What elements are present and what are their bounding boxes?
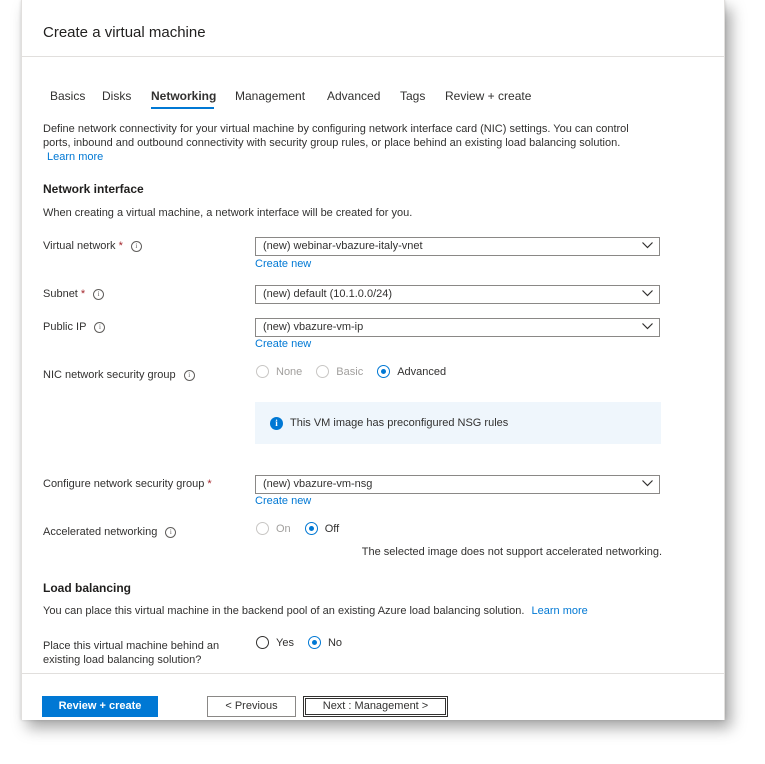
nsg-info-banner: i This VM image has preconfigured NSG ru…	[255, 402, 661, 444]
accelerated-networking-radio-group: On Off	[256, 522, 353, 535]
public-ip-select[interactable]: (new) vbazure-vm-ip	[255, 318, 660, 337]
virtual-network-label: Virtual network	[43, 240, 116, 252]
nic-nsg-label-row: NIC network security group i	[43, 369, 195, 381]
subnet-label: Subnet	[43, 288, 78, 300]
accelerated-on-label: On	[276, 522, 291, 535]
load-balancing-yes-radio[interactable]	[256, 636, 269, 649]
previous-button[interactable]: < Previous	[207, 696, 296, 717]
nic-nsg-label: NIC network security group	[43, 369, 176, 381]
nic-nsg-none-radio[interactable]	[256, 365, 269, 378]
accelerated-networking-label-row: Accelerated networking i	[43, 526, 177, 538]
nic-nsg-advanced-radio[interactable]	[377, 365, 391, 378]
info-circle-icon[interactable]: i	[94, 322, 106, 333]
intro-learn-more-link[interactable]: Learn more	[47, 151, 103, 163]
nsg-info-message: This VM image has preconfigured NSG rule…	[290, 417, 509, 429]
public-ip-label: Public IP	[43, 321, 87, 333]
accelerated-on-radio[interactable]	[256, 522, 269, 535]
virtual-network-value: (new) webinar-vbazure-italy-vnet	[263, 240, 423, 252]
chevron-down-icon	[642, 323, 653, 330]
virtual-network-select[interactable]: (new) webinar-vbazure-italy-vnet	[255, 237, 660, 256]
tab-management[interactable]: Management	[235, 89, 305, 103]
nic-nsg-advanced-label: Advanced	[397, 365, 447, 378]
intro-text: Define network connectivity for your vir…	[43, 123, 629, 149]
load-balancing-no-label: No	[327, 636, 343, 649]
accelerated-off-radio[interactable]	[304, 522, 318, 535]
configure-nsg-create-new-link[interactable]: Create new	[255, 495, 311, 507]
info-filled-icon: i	[270, 417, 283, 430]
configure-nsg-label: Configure network security group	[43, 478, 205, 490]
tab-networking[interactable]: Networking	[151, 89, 216, 103]
accelerated-off-label: Off	[324, 522, 340, 535]
load-balancing-question-line1: Place this virtual machine behind an	[43, 640, 220, 652]
subnet-value: (new) default (10.1.0.0/24)	[263, 288, 393, 300]
chevron-down-icon	[642, 290, 653, 297]
configure-nsg-value: (new) vbazure-vm-nsg	[263, 478, 373, 490]
load-balancing-description-row: You can place this virtual machine in th…	[43, 605, 588, 617]
load-balancing-radio-group: Yes No	[256, 636, 356, 649]
configure-nsg-select[interactable]: (new) vbazure-vm-nsg	[255, 475, 660, 494]
required-marker: *	[118, 240, 123, 252]
load-balancing-heading: Load balancing	[43, 581, 132, 595]
public-ip-label-row: Public IP i	[43, 321, 106, 333]
active-tab-indicator	[151, 107, 214, 109]
tab-tags[interactable]: Tags	[400, 89, 425, 103]
info-circle-icon[interactable]: i	[165, 527, 177, 538]
nic-nsg-basic-radio[interactable]	[316, 365, 330, 378]
page-title: Create a virtual machine	[43, 24, 206, 41]
chevron-down-icon	[642, 480, 653, 487]
load-balancing-learn-more-link[interactable]: Learn more	[532, 605, 588, 617]
tab-review-create[interactable]: Review + create	[445, 89, 531, 103]
load-balancing-yes-label: Yes	[276, 636, 294, 649]
chevron-down-icon	[642, 242, 653, 249]
tab-disks[interactable]: Disks	[102, 89, 131, 103]
required-marker: *	[207, 478, 212, 490]
nic-nsg-none-label: None	[276, 365, 303, 378]
tab-basics[interactable]: Basics	[50, 89, 85, 103]
info-circle-icon[interactable]: i	[183, 370, 195, 381]
load-balancing-description: You can place this virtual machine in th…	[43, 605, 525, 617]
review-create-button[interactable]: Review + create	[42, 696, 158, 717]
next-management-button[interactable]: Next : Management >	[303, 696, 448, 717]
load-balancing-question-line2: existing load balancing solution?	[43, 654, 202, 666]
public-ip-create-new-link[interactable]: Create new	[255, 338, 311, 350]
virtual-network-label-row: Virtual network * i	[43, 240, 142, 252]
configure-nsg-label-row: Configure network security group *	[43, 478, 212, 490]
load-balancing-no-radio[interactable]	[307, 636, 321, 649]
virtual-network-create-new-link[interactable]: Create new	[255, 258, 311, 270]
info-circle-icon[interactable]: i	[93, 289, 105, 300]
accelerated-networking-note: The selected image does not support acce…	[361, 546, 662, 558]
load-balancing-question: Place this virtual machine behind an exi…	[43, 639, 219, 667]
subnet-label-row: Subnet * i	[43, 288, 105, 300]
nic-nsg-radio-group: None Basic Advanced	[256, 365, 460, 378]
create-vm-window: Create a virtual machine Basics Disks Ne…	[21, 0, 725, 720]
nic-nsg-basic-label: Basic	[336, 365, 364, 378]
footer-divider	[22, 673, 724, 674]
network-interface-description: When creating a virtual machine, a netwo…	[43, 207, 413, 219]
accelerated-networking-label: Accelerated networking	[43, 526, 158, 538]
info-circle-icon[interactable]: i	[130, 241, 142, 252]
subnet-select[interactable]: (new) default (10.1.0.0/24)	[255, 285, 660, 304]
public-ip-value: (new) vbazure-vm-ip	[263, 321, 364, 333]
network-interface-heading: Network interface	[43, 182, 144, 196]
tab-advanced[interactable]: Advanced	[327, 89, 380, 103]
required-marker: *	[80, 288, 86, 300]
intro-description: Define network connectivity for your vir…	[43, 122, 653, 164]
title-divider	[22, 56, 724, 57]
